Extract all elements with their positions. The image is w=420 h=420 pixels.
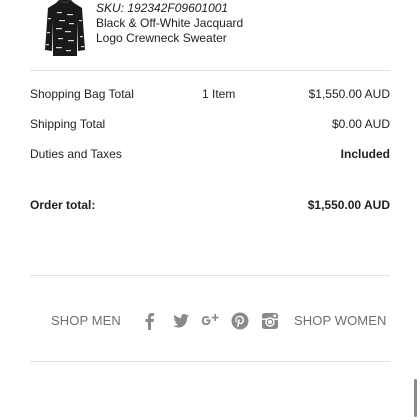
duties-taxes-row: Duties and Taxes Included (30, 146, 390, 162)
order-total-row: Order total: $1,550.00 AUD (30, 197, 390, 213)
product-line-item: SKU: 192342F09601001 Black & Off-White J… (45, 0, 405, 60)
product-sku: SKU: 192342F09601001 (96, 1, 229, 15)
pinterest-icon[interactable] (230, 311, 250, 331)
shipping-value: $0.00 AUD (331, 117, 390, 131)
twitter-icon[interactable] (170, 311, 190, 331)
bag-item-count: 1 Item (202, 87, 236, 101)
shopping-bag-total-row: Shopping Bag Total 1 Item $1,550.00 AUD (30, 86, 390, 102)
shipping-total-row: Shipping Total $0.00 AUD (30, 116, 390, 132)
product-thumbnail[interactable] (45, 0, 85, 56)
shop-women-link[interactable]: SHOP WOMEN (294, 313, 387, 329)
duties-value: Included (340, 147, 390, 161)
duties-label: Duties and Taxes (30, 147, 122, 161)
footer-links: SHOP MEN SHOP WOMEN (30, 311, 390, 331)
bag-total-value: $1,550.00 AUD (308, 87, 390, 101)
scrollbar-thumb[interactable] (414, 379, 417, 417)
google-plus-icon[interactable] (200, 311, 220, 331)
facebook-icon[interactable] (140, 311, 160, 331)
sweater-thumbnail-icon (45, 0, 85, 56)
product-details: SKU: 192342F09601001 Black & Off-White J… (96, 1, 243, 46)
order-total-value: $1,550.00 AUD (307, 198, 390, 212)
divider (30, 361, 390, 362)
shipping-label: Shipping Total (30, 117, 106, 131)
order-total-label: Order total: (30, 198, 96, 212)
order-confirmation-page: SKU: 192342F09601001 Black & Off-White J… (0, 0, 420, 420)
product-name-line-1[interactable]: Black & Off-White Jacquard (96, 16, 243, 31)
product-name-line-2[interactable]: Logo Crewneck Sweater (96, 31, 243, 46)
divider (30, 70, 390, 71)
divider (30, 275, 390, 276)
shop-men-link[interactable]: SHOP MEN (51, 313, 121, 329)
instagram-icon[interactable] (260, 311, 280, 331)
bag-total-label: Shopping Bag Total (30, 87, 134, 101)
